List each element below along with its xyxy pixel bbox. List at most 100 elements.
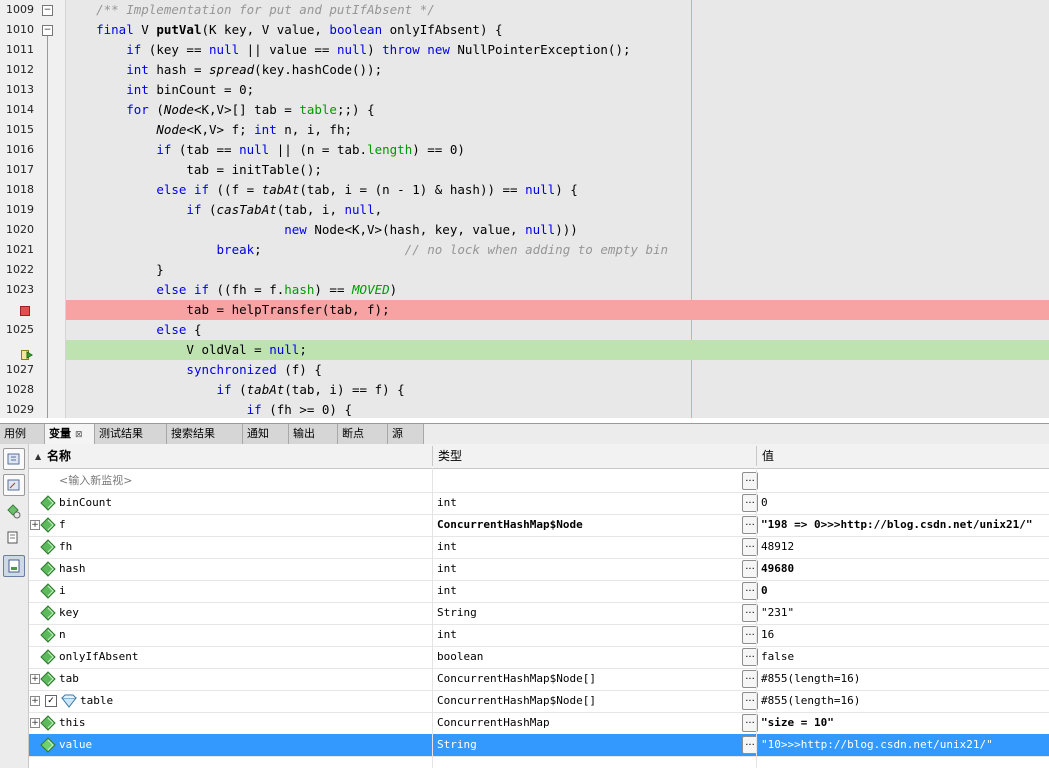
code-line[interactable]: if (casTabAt(tab, i, null, — [66, 200, 1049, 220]
variable-value[interactable]: "size = 10" — [761, 712, 1049, 734]
variable-value[interactable]: false — [761, 646, 1049, 668]
column-header-name[interactable]: 名称 — [47, 444, 71, 468]
expand-toggle-icon[interactable]: + — [30, 520, 40, 530]
code-editor[interactable]: 1009 1010 1011 1012 1013 1014 1015 1016 1017 1018… — [0, 0, 1049, 418]
variable-value[interactable]: "198 => 0>>>http://blog.csdn.net/unix21/… — [761, 514, 1049, 536]
line-number: 1012 — [6, 63, 34, 76]
tab-notifications[interactable]: 通知 — [243, 424, 289, 444]
local-variable-icon — [40, 561, 56, 580]
line-number-gutter[interactable]: 1009 1010 1011 1012 1013 1014 1015 1016 1017 1018… — [0, 0, 66, 418]
variable-row[interactable]: value String... "10>>>http://blog.csdn.net… — [29, 734, 1049, 757]
variable-row[interactable]: + this ConcurrentHashMap... "size = 10" — [29, 712, 1049, 735]
tab-output[interactable]: 输出 — [289, 424, 338, 444]
variable-name: this — [59, 716, 86, 729]
code-line[interactable]: final V putVal(K key, V value, boolean o… — [66, 20, 1049, 40]
variable-row[interactable]: key String... "231" — [29, 602, 1049, 625]
variable-value[interactable]: 16 — [761, 624, 1049, 646]
show-values-icon[interactable] — [3, 528, 23, 548]
line-number: 1029 — [6, 403, 34, 416]
variable-type: int — [437, 562, 457, 575]
line-number: 1025 — [6, 323, 34, 336]
code-line[interactable]: synchronized (f) { — [66, 360, 1049, 380]
variable-value[interactable]: "10>>>http://blog.csdn.net/unix21/" — [761, 734, 1049, 756]
variable-row[interactable]: binCount int... 0 — [29, 492, 1049, 515]
tab-variables[interactable]: 变量 ⊠ — [45, 424, 95, 444]
expand-toggle-icon[interactable]: + — [30, 718, 40, 728]
code-line[interactable]: new Node<K,V>(hash, key, value, null))) — [66, 220, 1049, 240]
tab-sources[interactable]: 源 — [388, 424, 424, 444]
local-variable-icon — [40, 671, 56, 690]
variable-row[interactable]: hash int... 49680 — [29, 558, 1049, 581]
new-watch-row[interactable]: <输入新监视>... — [29, 470, 1049, 493]
variable-type: String — [437, 738, 477, 751]
expand-toggle-icon[interactable]: + — [30, 674, 40, 684]
variable-row[interactable]: n int... 16 — [29, 624, 1049, 647]
code-line[interactable]: break; // no lock when adding to empty b… — [66, 240, 1049, 260]
code-line[interactable]: else if ((f = tabAt(tab, i = (n - 1) & h… — [66, 180, 1049, 200]
column-divider[interactable] — [432, 446, 433, 466]
local-variable-icon — [40, 583, 56, 602]
code-line[interactable]: int binCount = 0; — [66, 80, 1049, 100]
variable-value[interactable]: "231" — [761, 602, 1049, 624]
tab-breakpoints[interactable]: 断点 — [338, 424, 388, 444]
code-line[interactable]: V oldVal = null; — [66, 340, 1049, 360]
line-number: 1017 — [6, 163, 34, 176]
variable-row[interactable]: + tab ConcurrentHashMap$Node[]... #855(leng… — [29, 668, 1049, 691]
variable-value[interactable]: #855(length=16) — [761, 690, 1049, 712]
variable-row[interactable]: fh int... 48912 — [29, 536, 1049, 559]
code-line[interactable]: tab = initTable(); — [66, 160, 1049, 180]
variable-value[interactable]: 0 — [761, 492, 1049, 514]
code-line[interactable]: if (fh >= 0) { — [66, 400, 1049, 418]
code-line[interactable]: Node<K,V> f; int n, i, fh; — [66, 120, 1049, 140]
line-number: 1019 — [6, 203, 34, 216]
variable-value[interactable]: 48912 — [761, 536, 1049, 558]
local-variable-icon — [40, 539, 56, 558]
code-line[interactable]: for (Node<K,V>[] tab = table;;) { — [66, 100, 1049, 120]
close-icon[interactable]: ⊠ — [75, 430, 83, 440]
variable-type: ConcurrentHashMap$Node[] — [437, 672, 596, 685]
code-line[interactable]: if (tab == null || (n = tab.length) == 0… — [66, 140, 1049, 160]
results-table-icon[interactable] — [3, 555, 25, 577]
watch-checkbox[interactable]: ✓ — [45, 695, 57, 707]
code-line[interactable]: tab = helpTransfer(tab, f); — [66, 300, 1049, 320]
variable-value[interactable]: 0 — [761, 580, 1049, 602]
code-line[interactable]: /** Implementation for put and putIfAbse… — [66, 0, 1049, 20]
code-line[interactable]: if (key == null || value == null) throw … — [66, 40, 1049, 60]
code-line[interactable]: if (tabAt(tab, i) == f) { — [66, 380, 1049, 400]
line-number: 1015 — [6, 123, 34, 136]
new-watch-icon[interactable] — [3, 501, 23, 521]
variable-name: f — [59, 518, 66, 531]
code-line[interactable]: else if ((fh = f.hash) == MOVED) — [66, 280, 1049, 300]
expand-toggle-icon[interactable]: + — [30, 696, 40, 706]
new-watch-placeholder[interactable]: <输入新监视> — [59, 470, 132, 492]
variable-value[interactable]: #855(length=16) — [761, 668, 1049, 690]
variable-row[interactable]: + f ConcurrentHashMap$Node... "198 => 0>>>h… — [29, 514, 1049, 537]
tab-usages[interactable]: 用例 — [0, 424, 45, 444]
local-variable-icon — [40, 627, 56, 646]
code-line[interactable]: } — [66, 260, 1049, 280]
variable-row[interactable]: i int... 0 — [29, 580, 1049, 603]
code-line[interactable]: else { — [66, 320, 1049, 340]
current-line-arrow-icon — [21, 345, 33, 360]
tab-test-results[interactable]: 测试结果 — [95, 424, 167, 444]
tab-search-results[interactable]: 搜索结果 — [167, 424, 243, 444]
column-divider[interactable] — [756, 446, 757, 466]
variable-row[interactable]: onlyIfAbsent boolean... false — [29, 646, 1049, 669]
line-number: 1021 — [6, 243, 34, 256]
sort-arrow-icon[interactable]: ▲ — [35, 452, 41, 461]
variable-row[interactable]: + ✓ table ConcurrentHashMap$Node[]... #855(l… — [29, 690, 1049, 713]
variables-panel: ▲ 名称 类型 值 <输入新监视>... binCount int... 0 + f Con… — [0, 444, 1049, 768]
fold-toggle-icon[interactable]: − — [42, 25, 53, 36]
code-area[interactable]: /** Implementation for put and putIfAbse… — [66, 0, 1049, 418]
tab-label: 输出 — [293, 427, 315, 440]
column-grid-line — [756, 468, 757, 768]
variable-value[interactable]: 49680 — [761, 558, 1049, 580]
column-header-type[interactable]: 类型 — [438, 444, 462, 468]
code-line[interactable]: int hash = spread(key.hashCode()); — [66, 60, 1049, 80]
breakpoint-icon[interactable] — [20, 306, 30, 316]
variable-type: int — [437, 496, 457, 509]
column-header-value[interactable]: 值 — [762, 444, 774, 468]
toggle-static-icon[interactable] — [3, 448, 25, 470]
toggle-inherited-icon[interactable] — [3, 474, 25, 496]
fold-toggle-icon[interactable]: − — [42, 5, 53, 16]
